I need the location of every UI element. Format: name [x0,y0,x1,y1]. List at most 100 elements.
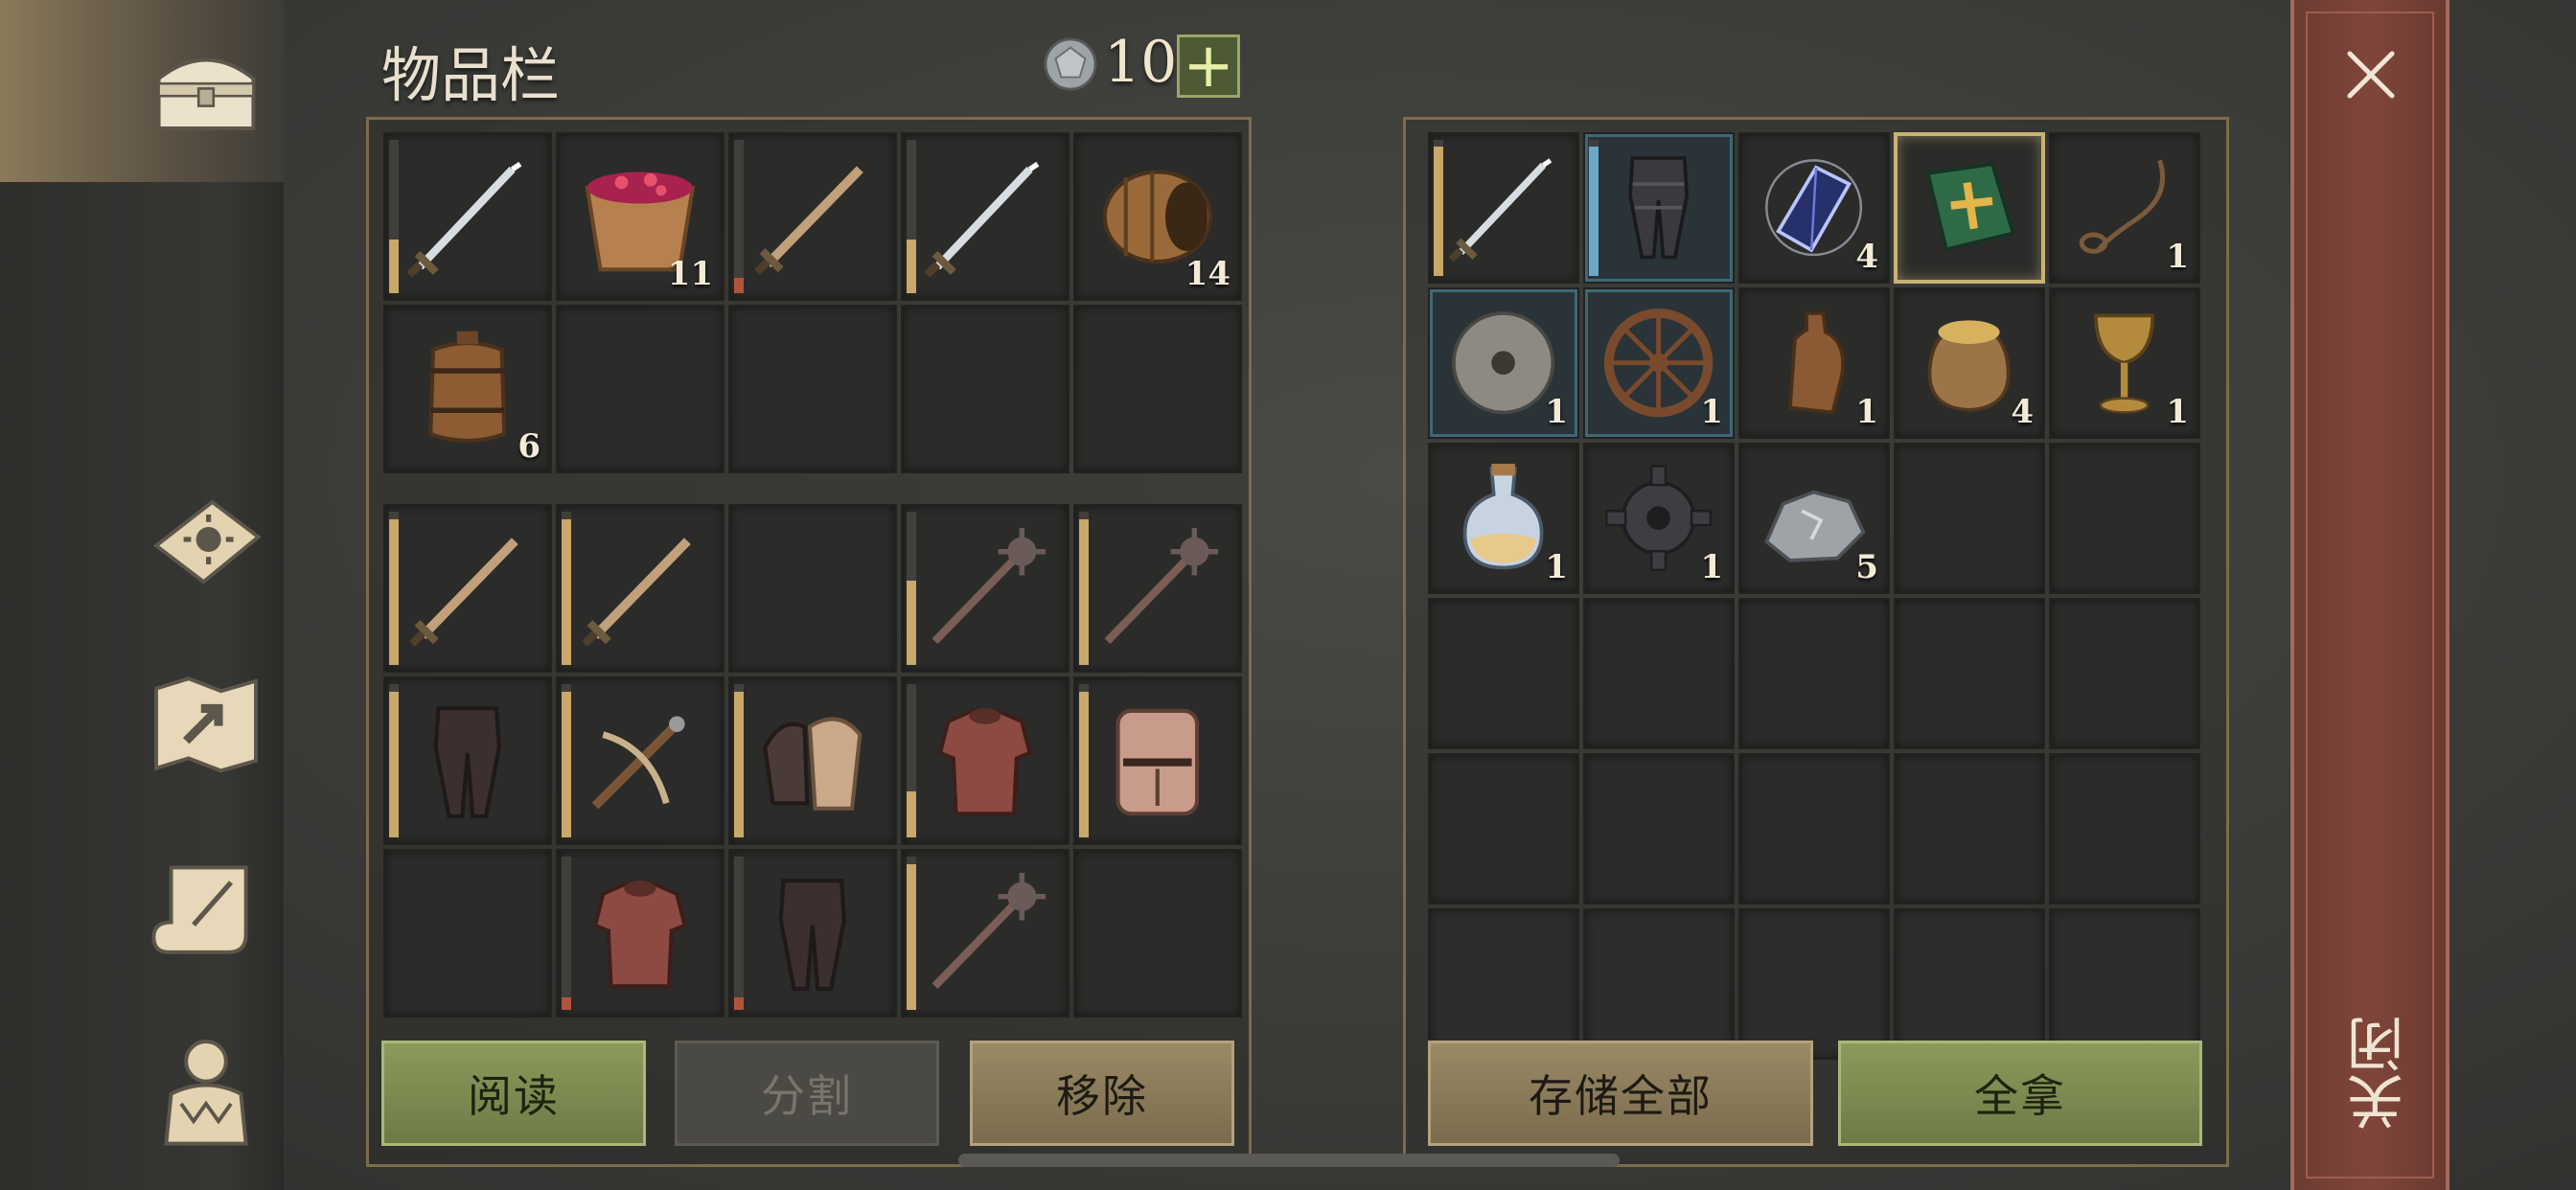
durability-bar [1079,684,1089,837]
durability-bar [907,857,916,1010]
durability-bar [734,140,744,293]
item-slot[interactable] [1894,132,2045,284]
item-slot[interactable] [556,849,724,1018]
empty-slot[interactable] [728,504,897,673]
item-quantity: 1 [1545,393,1568,431]
item-quantity: 1 [2166,238,2189,276]
empty-slot[interactable] [1738,598,1890,749]
item-slot[interactable] [556,504,724,673]
split-button[interactable]: 分割 [675,1041,939,1146]
item-slot[interactable] [556,676,724,845]
item-slot[interactable]: 1 [2049,287,2200,439]
empty-slot[interactable] [1894,908,2045,1060]
item-quantity: 1 [1855,393,1878,431]
empty-slot[interactable] [1738,908,1890,1060]
empty-slot[interactable] [1583,598,1735,749]
item-slot[interactable]: 4 [1894,287,2045,439]
item-slot[interactable] [1073,676,1242,845]
empty-slot[interactable] [2049,598,2200,749]
empty-slot[interactable] [383,849,552,1018]
empty-slot[interactable] [556,305,724,473]
item-slot[interactable]: 1 [2049,132,2200,284]
inventory-grid-gear [383,504,1242,1018]
sword-icon [1449,158,1552,263]
item-quantity: 1 [1545,548,1568,586]
empty-slot[interactable] [1428,753,1579,904]
close-icon[interactable] [2344,48,2398,102]
item-slot[interactable] [901,676,1070,845]
item-slot[interactable] [728,132,897,301]
close-column[interactable] [2290,0,2450,1190]
empty-slot[interactable] [1428,598,1579,749]
bottom-scrollbar[interactable] [958,1154,1620,1167]
wine-barrel-icon [428,331,507,443]
item-slot[interactable] [901,849,1070,1018]
item-slot[interactable] [383,132,552,301]
item-slot[interactable] [901,132,1070,301]
durability-bar [389,140,399,293]
item-slot[interactable]: 4 [1738,132,1890,284]
inventory-title: 物品栏 [381,40,561,110]
chainmail-icon [592,880,688,989]
item-slot[interactable]: 6 [383,305,552,473]
item-slot[interactable]: 1 [1583,443,1735,594]
item-slot[interactable] [901,504,1070,673]
item-slot[interactable]: 14 [1073,132,1242,301]
mace-icon [932,527,1046,644]
durability-bar [1434,140,1443,276]
scroll-icon[interactable] [134,835,278,979]
item-slot[interactable]: 5 [1738,443,1890,594]
empty-slot[interactable] [728,305,897,473]
empty-slot[interactable] [901,305,1070,473]
item-slot[interactable]: 11 [556,132,724,301]
item-slot[interactable]: 1 [1583,287,1735,439]
add-currency-button[interactable]: + [1177,34,1240,98]
durability-bar [907,684,916,837]
empty-slot[interactable] [1894,753,2045,904]
empty-slot[interactable] [2049,443,2200,594]
item-slot[interactable] [1428,132,1579,284]
durability-bar [562,512,571,665]
empty-slot[interactable] [1583,753,1735,904]
sun-book-icon[interactable] [134,468,278,611]
store-all-button[interactable]: 存储全部 [1428,1041,1813,1146]
item-quantity: 1 [2166,393,2189,431]
durability-bar [562,684,571,837]
empty-slot[interactable] [2049,753,2200,904]
storage-grid: 4 1 1 1 1 4 1 1 1 5 [1428,132,2200,1060]
chest-icon[interactable] [134,19,278,163]
leather-pants-icon [433,705,502,818]
durability-bar [907,512,916,665]
item-quantity: 5 [1855,548,1878,586]
wooden-sword-icon [409,538,518,647]
item-slot[interactable] [383,676,552,845]
durability-bar [1079,512,1089,665]
empty-slot[interactable] [1073,305,1242,473]
item-slot[interactable]: 1 [1428,287,1579,439]
empty-slot[interactable] [1428,908,1579,1060]
item-slot[interactable] [1073,504,1242,673]
item-slot[interactable] [728,849,897,1018]
close-label[interactable]: 关闭 [2338,1016,2414,1131]
wooden-sword-icon [582,538,691,647]
empty-slot[interactable] [1073,849,1242,1018]
empty-slot[interactable] [1894,443,2045,594]
empty-slot[interactable] [1583,908,1735,1060]
remove-button[interactable]: 移除 [970,1041,1234,1146]
durability-bar [907,140,916,293]
durability-bar [389,684,399,837]
map-icon[interactable] [134,652,278,795]
item-slot[interactable]: 1 [1428,443,1579,594]
empty-slot[interactable] [1738,753,1890,904]
empty-slot[interactable] [2049,908,2200,1060]
item-slot[interactable]: 1 [1738,287,1890,439]
green-book-icon [1925,162,2015,252]
item-slot[interactable] [728,676,897,845]
empty-slot[interactable] [1894,598,2045,749]
character-icon[interactable] [134,1019,278,1163]
take-all-button[interactable]: 全拿 [1838,1041,2202,1146]
read-button[interactable]: 阅读 [381,1041,646,1146]
item-slot[interactable] [1583,132,1735,284]
item-slot[interactable] [383,504,552,673]
wooden-sword-icon [754,166,863,275]
